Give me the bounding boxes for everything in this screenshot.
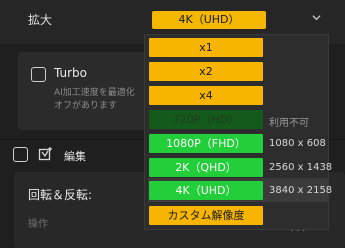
option-2k[interactable]: 2K（QHD） [149,158,263,177]
option-x1[interactable]: x1 [149,38,263,57]
scale-select[interactable]: 4K（UHD） [152,11,266,29]
edit-icon [38,147,52,161]
option-720p: 720P（HD） [149,110,263,129]
option-4k[interactable]: 4K（UHD） [149,181,263,200]
turbo-label: Turbo [54,66,88,80]
option-custom-resolution[interactable]: カスタム解像度 [149,206,263,225]
turbo-description-line2: オフがあります [54,101,118,111]
option-1080p[interactable]: 1080P（FHD） [149,134,263,153]
chevron-down-icon[interactable] [312,13,321,22]
option-720p-resolution: 利用不可 [269,118,309,129]
option-x2[interactable]: x2 [149,62,263,81]
edit-label: 編集 [64,150,86,163]
turbo-description: AI加工速度を最適化 オフがあります [54,87,154,113]
option-4k-resolution: 3840 x 2158 [269,185,333,196]
turbo-checkbox[interactable] [31,67,46,82]
edit-checkbox[interactable] [13,147,28,162]
option-1080p-resolution: 1080 x 608 [269,138,326,149]
operation-label: 操作 [28,219,48,230]
rotate-label: 回転＆反転: [28,188,93,202]
option-2k-resolution: 2560 x 1438 [269,162,333,173]
option-x4[interactable]: x4 [149,86,263,105]
scale-label: 拡大 [28,13,53,27]
turbo-description-line1: AI加工速度を最適化 [54,88,135,98]
